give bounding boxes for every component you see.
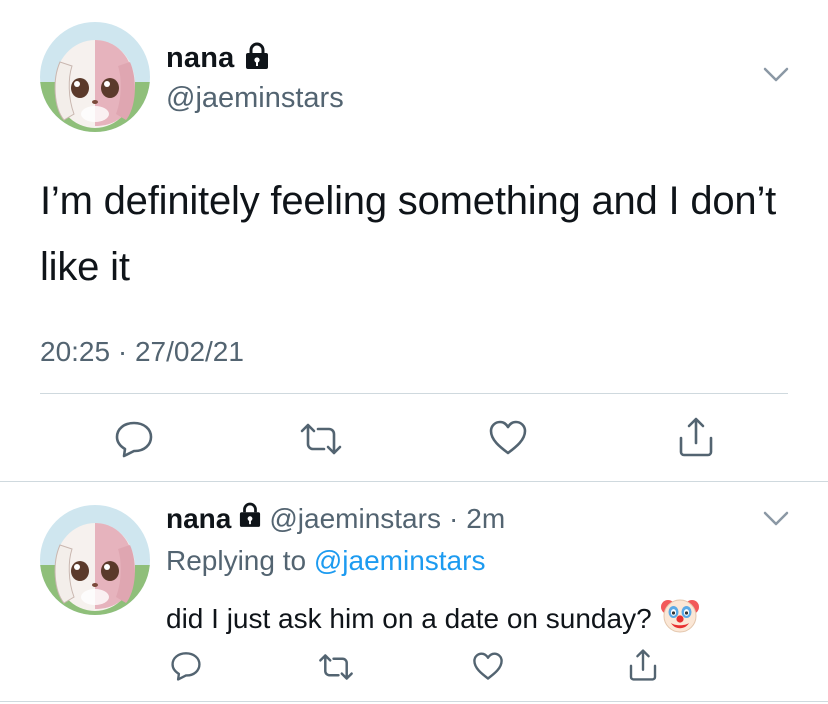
tweet-text-body: did I just ask him on a date on sunday? (166, 602, 652, 634)
heart-icon[interactable] (488, 420, 528, 456)
lock-icon (245, 42, 269, 75)
replying-to-label: Replying to (166, 545, 307, 576)
tweet-age[interactable]: 2m (466, 503, 505, 535)
divider (0, 481, 828, 482)
author-handle[interactable]: @jaeminstars (166, 82, 344, 115)
share-icon[interactable] (676, 416, 716, 458)
chevron-down-icon[interactable] (762, 510, 790, 533)
clown-face-emoji (660, 595, 700, 642)
share-icon[interactable] (627, 648, 659, 682)
author-handle[interactable]: @jaeminstars (269, 503, 441, 535)
avatar[interactable] (40, 22, 150, 132)
avatar-image (40, 505, 150, 615)
tweet-text: I’m definitely feeling something and I d… (40, 179, 777, 289)
heart-icon[interactable] (472, 652, 504, 681)
author-name[interactable]: nana (166, 42, 235, 75)
lock-icon (239, 502, 261, 535)
chevron-down-icon[interactable] (762, 66, 790, 89)
divider (40, 393, 788, 394)
avatar-image (40, 22, 150, 132)
retweet-icon[interactable] (298, 422, 344, 456)
author-name[interactable]: nana (166, 503, 231, 535)
divider (0, 701, 828, 702)
tweet-text: did I just ask him on a date on sunday? (166, 595, 700, 642)
reply-icon[interactable] (170, 651, 202, 681)
tweet-timestamp[interactable]: 20:25 · 27/02/21 (40, 336, 244, 368)
reply-author-row: nana @jaeminstars · 2m (166, 502, 505, 535)
reply-icon[interactable] (114, 420, 154, 458)
avatar[interactable] (40, 505, 150, 615)
separator-dot: · (448, 502, 459, 534)
retweet-icon[interactable] (317, 653, 355, 681)
author-row: nana (166, 42, 269, 75)
replying-to-handle[interactable]: @jaeminstars (314, 545, 486, 576)
replying-to: Replying to @jaeminstars (166, 545, 485, 577)
